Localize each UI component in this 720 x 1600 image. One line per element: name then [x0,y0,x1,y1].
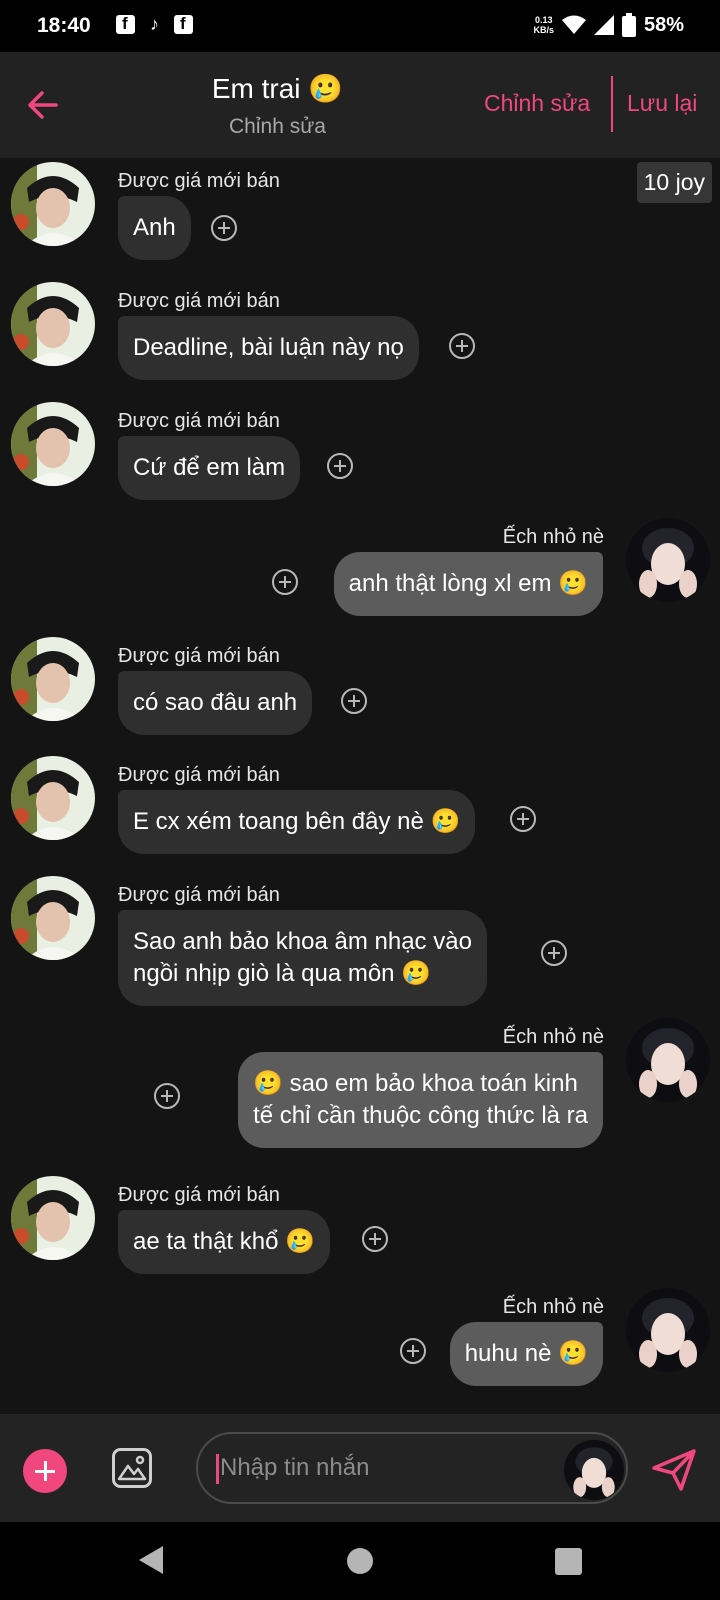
notification-icons: ♪ [116,14,193,34]
chat-header: Em trai 🥲 Chỉnh sửa Chỉnh sửa Lưu lại [0,52,720,158]
avatar[interactable] [11,1176,95,1260]
message-bubble[interactable]: Deadline, bài luận này nọ [118,316,419,380]
nav-recents-icon[interactable] [555,1548,582,1575]
facebook-icon [116,14,135,34]
chat-title: Em trai 🥲 [211,73,344,104]
message-composer: Nhập tin nhắn [0,1414,720,1522]
react-plus-icon[interactable] [510,806,536,832]
message-text: Cứ để em làm [133,454,286,481]
message-input-placeholder: Nhập tin nhắn [220,1454,370,1481]
avatar[interactable] [11,637,95,721]
wifi-icon [561,15,586,34]
react-plus-icon[interactable] [327,453,353,479]
sender-name: Được giá mới bán [118,170,280,192]
message-text: ngồi nhịp giò là qua môn 🥲 [133,960,432,987]
sender-name: Ếch nhỏ nè [502,1296,604,1318]
message-text: ae ta thật khổ 🥲 [133,1228,315,1255]
message-text: anh thật lòng xl em 🥲 [348,570,588,597]
battery-icon [621,13,636,37]
avatar[interactable] [11,756,95,840]
avatar[interactable] [626,518,710,602]
avatar-image [564,1440,624,1500]
message-bubble[interactable]: có sao đâu anh [118,671,313,735]
message-text: 🥲 sao em bảo khoa toán kinh [253,1070,578,1097]
message-text: Deadline, bài luận này nọ [133,334,404,361]
react-plus-icon[interactable] [541,940,567,966]
avatar[interactable] [626,1018,710,1102]
tiktok-icon: ♪ [150,14,159,34]
send-icon[interactable] [651,1448,697,1492]
message-input[interactable]: Nhập tin nhắn [196,1432,628,1504]
chat-subtitle[interactable]: Chỉnh sửa [0,115,555,139]
system-icons: 0.13 KB/s 58% [533,13,684,37]
react-plus-icon[interactable] [272,569,298,595]
sender-name: Được giá mới bán [118,1184,280,1206]
navigation-bar [0,1522,720,1600]
message-bubble[interactable]: 🥲 sao em bảo khoa toán kinh tế chỉ cần th… [238,1052,603,1148]
sender-name: Được giá mới bán [118,884,280,906]
sender-name: Được giá mới bán [118,410,280,432]
facebook-icon [174,14,193,34]
edit-button[interactable]: Chỉnh sửa [484,90,590,117]
sender-name: Ếch nhỏ nè [502,526,604,548]
react-plus-icon[interactable] [449,333,475,359]
image-icon[interactable] [112,1448,152,1488]
message-bubble[interactable]: Sao anh bảo khoa âm nhạc vào ngồi nhịp gi… [118,910,487,1006]
save-button[interactable]: Lưu lại [627,90,697,117]
status-time: 18:40 [37,14,91,37]
react-plus-icon[interactable] [362,1226,388,1252]
message-bubble[interactable]: E cx xém toang bên đây nè 🥲 [118,790,476,854]
network-speed: 0.13 KB/s [533,15,554,35]
sender-name: Được giá mới bán [118,764,280,786]
text-cursor [216,1454,219,1484]
react-plus-icon[interactable] [341,688,367,714]
message-bubble[interactable]: Cứ để em làm [118,436,301,500]
header-divider [611,76,613,132]
message-text: Anh [133,214,176,241]
message-bubble[interactable]: Anh [118,196,191,260]
avatar[interactable] [626,1288,710,1372]
sender-name: Ếch nhỏ nè [502,1026,604,1048]
avatar[interactable] [11,876,95,960]
joy-badge: 10 joy [636,162,712,203]
signal-icon [593,15,614,35]
avatar[interactable] [11,402,95,486]
message-bubble[interactable]: huhu nè 🥲 [449,1322,603,1386]
message-text: có sao đâu anh [133,689,298,716]
message-text: huhu nè 🥲 [464,1340,588,1367]
message-bubble[interactable]: ae ta thật khổ 🥲 [118,1210,330,1274]
avatar[interactable] [11,162,95,246]
message-bubble[interactable]: anh thật lòng xl em 🥲 [333,552,603,616]
avatar[interactable] [11,282,95,366]
nav-back-icon[interactable] [137,1544,165,1576]
battery-percent: 58% [643,13,684,36]
react-plus-icon[interactable] [154,1083,180,1109]
message-list[interactable]: 10 joy Được giá mới bán Anh Được giá mới b… [0,158,720,1414]
status-bar: 18:40 ♪ 0.13 KB/s 58% [0,0,720,52]
add-button[interactable] [23,1449,67,1493]
message-text: tế chỉ cần thuộc công thức là ra [253,1102,588,1129]
react-plus-icon[interactable] [211,215,237,241]
nav-home-icon[interactable] [347,1548,373,1574]
react-plus-icon[interactable] [400,1338,426,1364]
sender-name: Được giá mới bán [118,290,280,312]
message-text: Sao anh bảo khoa âm nhạc vào [133,928,472,955]
message-text: E cx xém toang bên đây nè 🥲 [133,808,461,835]
sender-name: Được giá mới bán [118,645,280,667]
avatar[interactable] [564,1440,624,1500]
